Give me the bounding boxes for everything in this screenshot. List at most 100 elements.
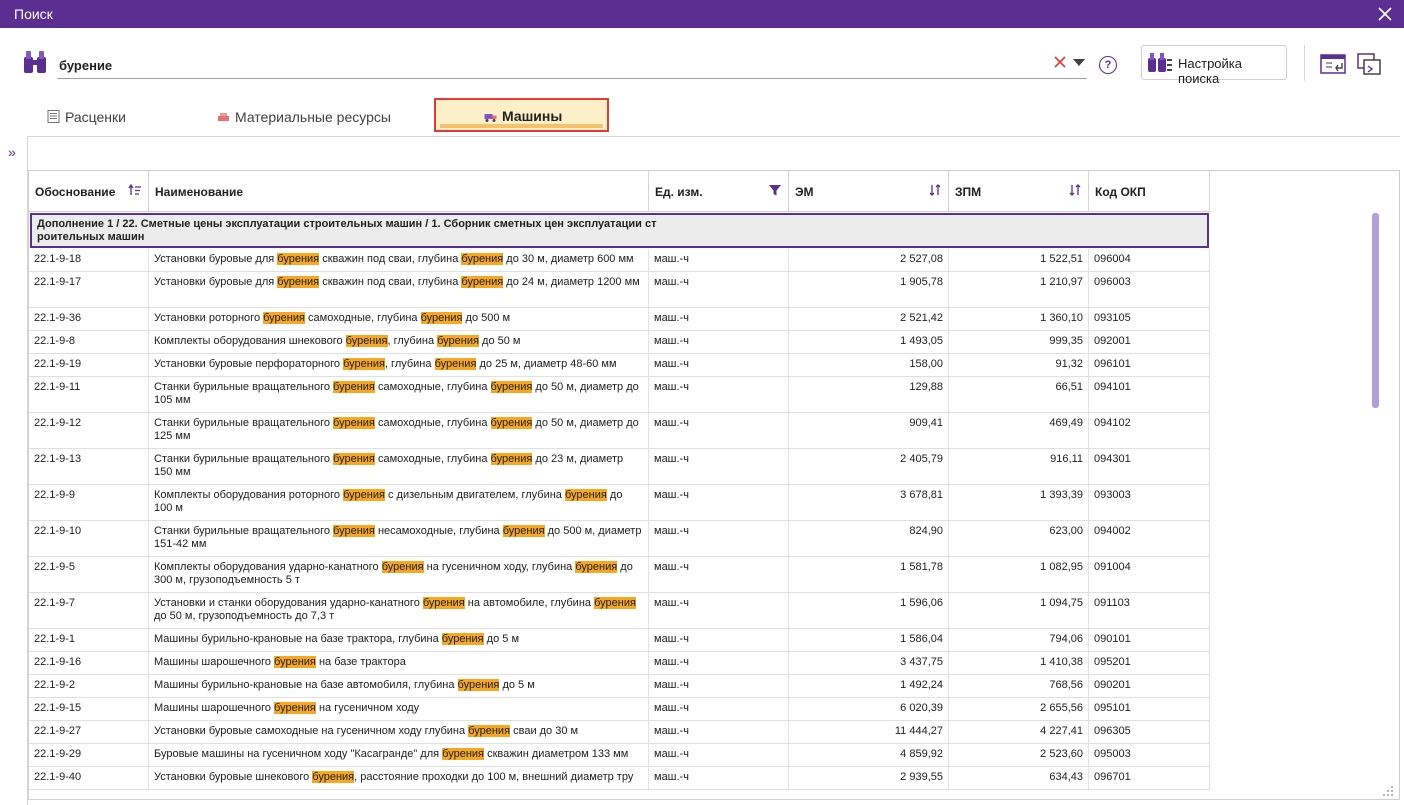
cell-name: Станки бурильные вращательного бурения с… (149, 413, 649, 448)
cell-zpm: 1 082,95 (949, 557, 1089, 592)
table-row[interactable]: 22.1-9-18 Установки буровые для бурения с… (29, 249, 1210, 272)
cell-em: 2 527,08 (789, 249, 949, 271)
table-row[interactable]: 22.1-9-9 Комплекты оборудования роторного… (29, 485, 1210, 521)
resize-grip-icon[interactable] (1382, 785, 1394, 797)
table-row[interactable]: 22.1-9-12 Станки бурильные вращательного … (29, 413, 1210, 449)
clear-icon[interactable] (1053, 55, 1067, 69)
cell-okp-code: 094002 (1089, 521, 1210, 556)
column-header-justification[interactable]: Обоснование (29, 171, 149, 211)
column-header-em[interactable]: ЭМ (789, 171, 949, 211)
search-settings-label: Настройка поиска (1178, 56, 1242, 86)
search-match-highlight: бурения (502, 525, 545, 537)
table-row[interactable]: 22.1-9-11 Станки бурильные вращательного … (29, 377, 1210, 413)
table-row[interactable]: 22.1-9-2 Машины бурильно-крановые на базе… (29, 675, 1210, 698)
table-row[interactable]: 22.1-9-27 Установки буровые самоходные на… (29, 721, 1210, 744)
table-row[interactable]: 22.1-9-40 Установки буровые шнекового бур… (29, 767, 1210, 790)
binoculars-icon (24, 51, 46, 73)
search-match-highlight: бурения (277, 276, 320, 288)
table-row[interactable]: 22.1-9-7 Установки и станки оборудования … (29, 593, 1210, 629)
search-match-highlight: бурения (461, 253, 504, 265)
cell-unit: маш.-ч (649, 698, 789, 720)
table-row[interactable]: 22.1-9-1 Машины бурильно-крановые на базе… (29, 629, 1210, 652)
cell-zpm: 623,00 (949, 521, 1089, 556)
cell-justification: 22.1-9-27 (29, 721, 149, 743)
tab-rates[interactable]: Расценки (42, 98, 192, 132)
column-header-name[interactable]: Наименование (149, 171, 649, 211)
cell-justification: 22.1-9-15 (29, 698, 149, 720)
insert-into-estimate-icon[interactable] (1320, 52, 1346, 76)
cell-em: 6 020,39 (789, 698, 949, 720)
column-header-label: Код ОКП (1095, 185, 1146, 199)
cell-justification: 22.1-9-11 (29, 377, 149, 412)
column-header-zpm[interactable]: ЗПМ (949, 171, 1089, 211)
cell-justification: 22.1-9-29 (29, 744, 149, 766)
search-match-highlight: бурения (274, 656, 316, 668)
table-row[interactable]: 22.1-9-36 Установки роторного бурения сам… (29, 308, 1210, 331)
column-header-okp-code[interactable]: Код ОКП (1089, 171, 1210, 211)
cell-zpm: 794,06 (949, 629, 1089, 651)
cell-name: Комплекты оборудования роторного бурения… (149, 485, 649, 520)
truck-icon (484, 114, 497, 122)
grid-body: 22.1-9-18 Установки буровые для бурения с… (29, 249, 1210, 790)
search-match-highlight: бурения (468, 725, 511, 737)
results-grid: Обоснование Наименование Ед. изм. ЭМ ЗПМ (28, 170, 1400, 800)
chevron-down-icon[interactable] (1073, 59, 1085, 66)
cell-em: 129,88 (789, 377, 949, 412)
cell-okp-code: 093105 (1089, 308, 1210, 330)
filter-icon[interactable] (768, 183, 782, 197)
cell-unit: маш.-ч (649, 557, 789, 592)
cell-justification: 22.1-9-17 (29, 272, 149, 307)
open-window-icon[interactable] (1356, 52, 1382, 76)
cell-em: 4 859,92 (789, 744, 949, 766)
cell-justification: 22.1-9-16 (29, 652, 149, 674)
expand-panel-icon[interactable]: » (8, 145, 16, 159)
search-match-highlight: бурения (461, 276, 504, 288)
cell-zpm: 999,35 (949, 331, 1089, 353)
cell-zpm: 2 523,60 (949, 744, 1089, 766)
table-row[interactable]: 22.1-9-15 Машины шарошечного бурения на г… (29, 698, 1210, 721)
table-row[interactable]: 22.1-9-10 Станки бурильные вращательного … (29, 521, 1210, 557)
group-row[interactable]: Дополнение 1 / 22. Сметные цены эксплуат… (30, 213, 1209, 248)
cell-zpm: 916,11 (949, 449, 1089, 484)
table-row[interactable]: 22.1-9-17 Установки буровые для бурения с… (29, 272, 1210, 308)
sort-icon[interactable] (1068, 183, 1082, 197)
close-icon[interactable] (1376, 5, 1394, 23)
search-input[interactable] (57, 54, 1041, 76)
cell-name: Машины шарошечного бурения на базе тракт… (149, 652, 649, 674)
column-header-unit[interactable]: Ед. изм. (649, 171, 789, 211)
cell-zpm: 1 094,75 (949, 593, 1089, 628)
cell-em: 2 939,55 (789, 767, 949, 789)
table-row[interactable]: 22.1-9-13 Станки бурильные вращательного … (29, 449, 1210, 485)
cell-zpm: 1 522,51 (949, 249, 1089, 271)
table-row[interactable]: 22.1-9-29 Буровые машины на гусеничном хо… (29, 744, 1210, 767)
column-header-label: Наименование (155, 185, 244, 199)
tab-machines[interactable]: Машины (434, 98, 609, 132)
cell-zpm: 469,49 (949, 413, 1089, 448)
search-settings-button[interactable]: Настройка поиска (1141, 45, 1287, 86)
toolbar-divider (1304, 45, 1305, 81)
cell-okp-code: 090101 (1089, 629, 1210, 651)
tab-material-resources[interactable]: Материальные ресурсы (212, 98, 412, 132)
help-icon[interactable]: ? (1099, 56, 1117, 74)
cell-justification: 22.1-9-13 (29, 449, 149, 484)
cell-zpm: 634,43 (949, 767, 1089, 789)
cell-zpm: 1 360,10 (949, 308, 1089, 330)
search-match-highlight: бурения (343, 489, 385, 501)
window-title: Поиск (14, 6, 53, 22)
cell-name: Комплекты оборудования шнекового бурения… (149, 331, 649, 353)
sort-icon[interactable] (928, 183, 942, 197)
cell-justification: 22.1-9-2 (29, 675, 149, 697)
search-match-highlight: бурения (422, 597, 465, 609)
table-row[interactable]: 22.1-9-5 Комплекты оборудования ударно-ка… (29, 557, 1210, 593)
table-row[interactable]: 22.1-9-16 Машины шарошечного бурения на б… (29, 652, 1210, 675)
materials-icon (218, 113, 229, 121)
table-row[interactable]: 22.1-9-8 Комплекты оборудования шнекового… (29, 331, 1210, 354)
cell-em: 1 596,06 (789, 593, 949, 628)
cell-em: 3 437,75 (789, 652, 949, 674)
vertical-scrollbar[interactable] (1372, 213, 1379, 408)
table-row[interactable]: 22.1-9-19 Установки буровые перфораторног… (29, 354, 1210, 377)
search-match-highlight: бурения (345, 335, 388, 347)
sort-asc-icon[interactable] (128, 183, 142, 197)
cell-em: 824,90 (789, 521, 949, 556)
cell-unit: маш.-ч (649, 485, 789, 520)
